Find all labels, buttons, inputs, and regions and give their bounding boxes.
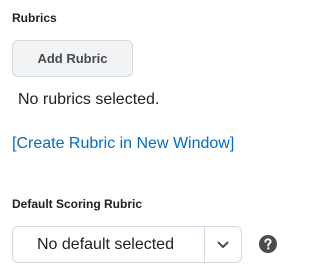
chevron-down-icon (217, 241, 229, 248)
help-icon[interactable] (259, 235, 277, 253)
create-rubric-link[interactable]: [Create Rubric in New Window] (12, 134, 234, 154)
no-rubrics-message: No rubrics selected. (18, 91, 160, 108)
default-scoring-rubric-heading: Default Scoring Rubric (12, 197, 143, 211)
select-caret-area[interactable] (204, 227, 241, 262)
default-scoring-rubric-select-value: No default selected (37, 235, 174, 253)
add-rubric-button[interactable]: Add Rubric (12, 40, 133, 77)
default-scoring-rubric-select[interactable]: No default selected (12, 226, 242, 263)
rubrics-heading: Rubrics (12, 11, 57, 25)
